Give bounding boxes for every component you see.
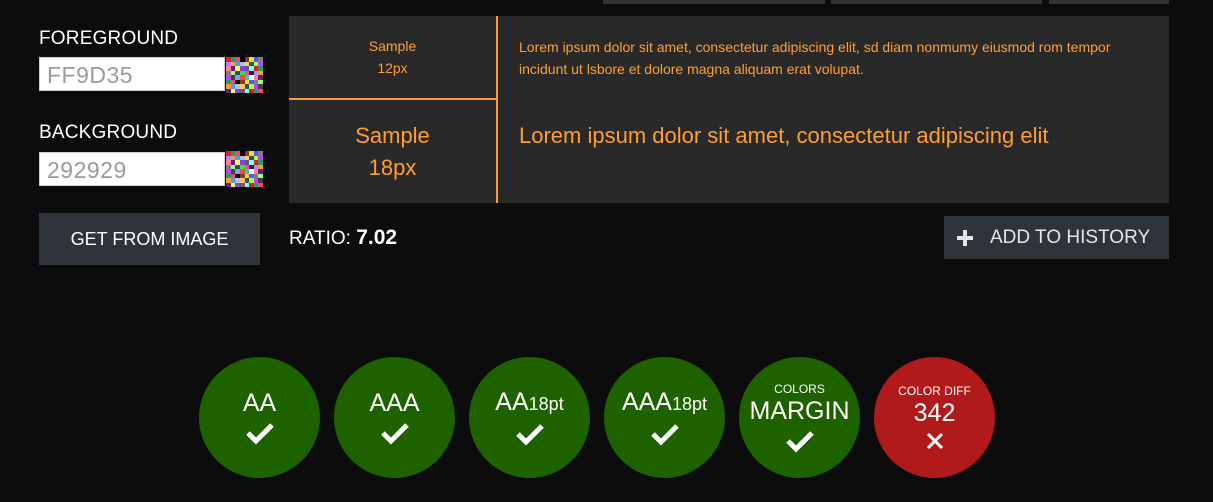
- top-tab-1[interactable]: [603, 0, 825, 4]
- result-aa: AA: [199, 357, 320, 478]
- small-sample-size: 12px: [377, 60, 408, 76]
- background-hex-input[interactable]: [39, 152, 225, 186]
- large-sample-size: 18px: [368, 154, 417, 180]
- result-colors-label: COLORS: [774, 382, 825, 396]
- result-aa-18pt-label: AA18pt: [495, 388, 564, 416]
- top-tab-3[interactable]: [1049, 0, 1169, 4]
- check-icon: [785, 431, 814, 453]
- result-aaa-18pt: AAA18pt: [604, 357, 725, 478]
- large-sample-cell: Sample 18px: [289, 100, 496, 203]
- add-to-history-button[interactable]: ADD TO HISTORY: [944, 216, 1169, 259]
- add-to-history-label: ADD TO HISTORY: [990, 226, 1151, 248]
- ratio-label: RATIO:: [289, 228, 351, 249]
- large-sample-label: Sample: [355, 122, 430, 148]
- result-colors-margin: COLORS MARGIN: [739, 357, 860, 478]
- ratio-value: 7.02: [356, 226, 398, 249]
- foreground-palette-icon[interactable]: [226, 57, 263, 93]
- small-sample-label: Sample: [368, 38, 417, 54]
- result-aaa: AAA: [334, 357, 455, 478]
- large-sample-text: Lorem ipsum dolor sit amet, consectetur …: [519, 123, 1049, 148]
- result-aaa-label: AAA: [369, 389, 420, 417]
- get-from-image-button[interactable]: GET FROM IMAGE: [39, 213, 260, 265]
- result-aa-18pt: AA18pt: [469, 357, 590, 478]
- plus-icon: [957, 229, 973, 246]
- check-icon: [515, 424, 544, 446]
- result-color-diff-label: COLOR DIFF: [898, 384, 971, 398]
- foreground-label: FOREGROUND: [39, 28, 179, 49]
- check-icon: [650, 424, 679, 446]
- top-tab-2[interactable]: [831, 0, 1042, 4]
- divider-vertical: [496, 16, 498, 203]
- ratio-display: RATIO: 7.02: [289, 226, 397, 250]
- result-aaa-18pt-label: AAA18pt: [621, 388, 708, 416]
- background-palette-icon[interactable]: [226, 151, 263, 187]
- result-margin-label: MARGIN: [749, 397, 850, 425]
- check-icon: [380, 423, 409, 445]
- small-sample-text: Lorem ipsum dolor sit amet, consectetur …: [519, 39, 1111, 77]
- background-label: BACKGROUND: [39, 122, 178, 143]
- cross-icon: [926, 432, 943, 450]
- foreground-hex-input[interactable]: [39, 57, 225, 91]
- result-color-diff: COLOR DIFF 342: [874, 357, 995, 478]
- contrast-preview: Sample 12px Sample 18px Lorem ipsum dolo…: [289, 16, 1169, 203]
- result-color-diff-value: 342: [913, 399, 956, 427]
- small-sample-cell: Sample 12px: [289, 16, 496, 98]
- result-aa-label: AA: [242, 389, 277, 417]
- check-icon: [245, 423, 274, 445]
